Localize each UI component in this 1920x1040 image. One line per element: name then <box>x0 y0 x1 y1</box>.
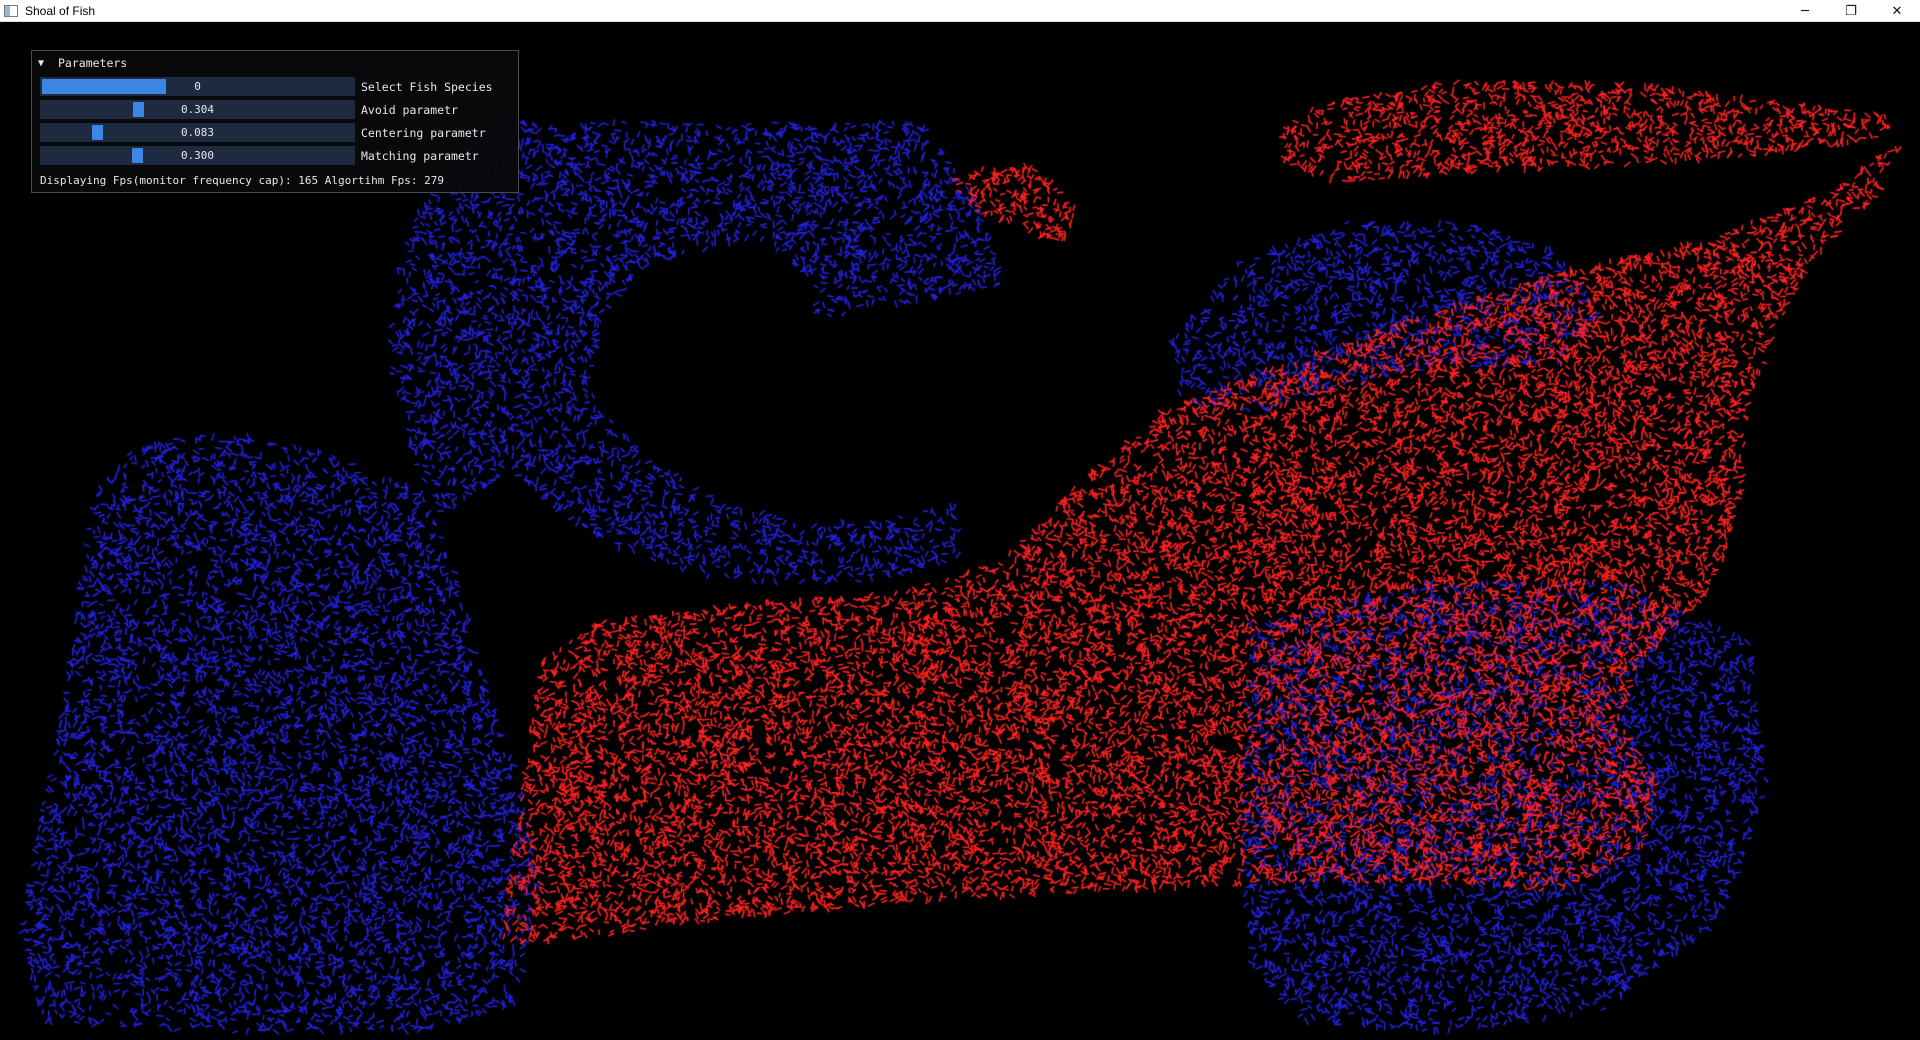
panel-title: Parameters <box>58 56 128 70</box>
avoid-row: 0.304 Avoid parametr <box>40 100 458 119</box>
parameters-panel-header[interactable]: ▼ Parameters <box>32 54 518 72</box>
matching-slider-value: 0.300 <box>180 149 215 162</box>
species-row: 0 Select Fish Species <box>40 77 493 96</box>
restore-button[interactable]: ❐ <box>1828 0 1874 22</box>
avoid-slider-value: 0.304 <box>180 103 215 116</box>
matching-label: Matching parametr <box>361 148 479 163</box>
centering-slider-value: 0.083 <box>180 126 215 139</box>
collapse-arrow-icon[interactable]: ▼ <box>38 58 52 69</box>
species-slider[interactable]: 0 <box>40 77 355 96</box>
minimize-button[interactable]: ─ <box>1782 0 1828 22</box>
app-icon <box>4 4 18 17</box>
window-titlebar[interactable]: Shoal of Fish ─ ❐ ✕ <box>0 0 1920 22</box>
centering-slider[interactable]: 0.083 <box>40 123 355 142</box>
avoid-label: Avoid parametr <box>361 102 458 117</box>
matching-row: 0.300 Matching parametr <box>40 146 479 165</box>
fps-readout: Displaying Fps(monitor frequency cap): 1… <box>40 174 444 187</box>
centering-row: 0.083 Centering parametr <box>40 123 486 142</box>
species-slider-value: 0 <box>194 80 201 93</box>
centering-label: Centering parametr <box>361 125 486 140</box>
window-controls: ─ ❐ ✕ <box>1782 0 1920 22</box>
window-title: Shoal of Fish <box>25 3 96 18</box>
matching-slider[interactable]: 0.300 <box>40 146 355 165</box>
parameters-panel: ▼ Parameters 0 Select Fish Species 0.304… <box>31 50 519 193</box>
close-button[interactable]: ✕ <box>1874 0 1920 22</box>
species-label: Select Fish Species <box>361 79 493 94</box>
avoid-slider[interactable]: 0.304 <box>40 100 355 119</box>
